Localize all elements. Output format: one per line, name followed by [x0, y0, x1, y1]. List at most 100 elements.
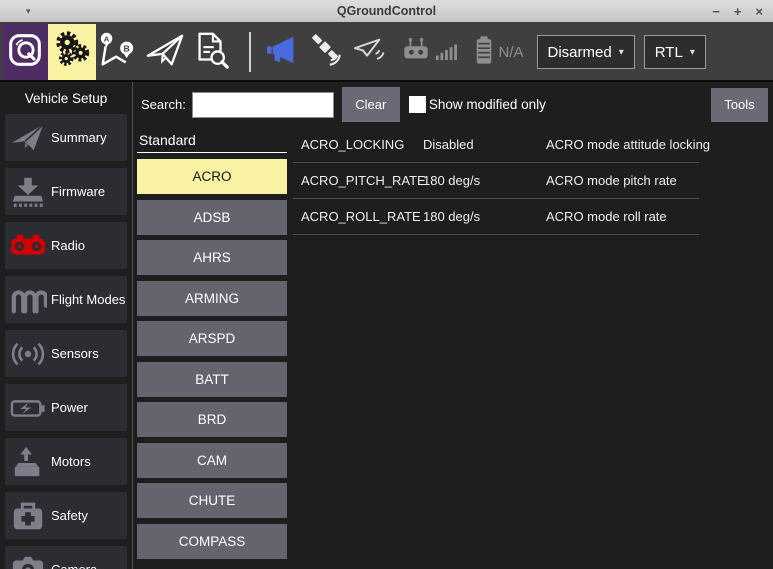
- plan-route-icon: A B: [97, 29, 141, 76]
- parameter-group-list: Standard ACRO ADSB AHRS ARMING ARSPD BAT…: [137, 127, 287, 569]
- sidebar-item-label: Radio: [51, 238, 85, 253]
- clear-button[interactable]: Clear: [342, 87, 400, 122]
- plan-view-button[interactable]: A B: [96, 24, 142, 80]
- group-button-acro[interactable]: ACRO: [137, 159, 287, 194]
- rc-signal-strength: [435, 24, 457, 80]
- safety-case-icon: [5, 499, 51, 533]
- sidebar-item-label: Motors: [51, 454, 91, 469]
- title-bar: ▾ QGroundControl − + ×: [0, 0, 773, 22]
- summary-plane-icon: [5, 121, 51, 155]
- close-button[interactable]: ×: [755, 5, 763, 18]
- param-description: ACRO mode pitch rate: [546, 173, 677, 188]
- sidebar-item-label: Firmware: [51, 184, 105, 199]
- group-button-adsb[interactable]: ADSB: [137, 200, 287, 235]
- audio-status-button[interactable]: [265, 24, 299, 80]
- flight-mode-label: RTL: [655, 44, 683, 61]
- sidebar-item-safety[interactable]: Safety: [5, 492, 127, 539]
- armed-state-label: Disarmed: [548, 44, 612, 61]
- sidebar-item-label: Camera: [51, 562, 97, 569]
- param-description: ACRO mode attitude locking: [546, 137, 710, 152]
- firmware-download-icon: [5, 175, 51, 209]
- group-button-cam[interactable]: CAM: [137, 443, 287, 478]
- window-title: QGroundControl: [0, 4, 773, 18]
- maximize-button[interactable]: +: [734, 5, 742, 18]
- show-modified-checkbox[interactable]: [409, 96, 426, 113]
- motors-icon: [5, 445, 51, 479]
- parameter-table: ACRO_LOCKING Disabled ACRO mode attitude…: [293, 127, 699, 569]
- group-button-batt[interactable]: BATT: [137, 362, 287, 397]
- group-header-underline: [137, 152, 287, 153]
- sidebar-item-radio[interactable]: Radio: [5, 222, 127, 269]
- vehicle-setup-button[interactable]: [48, 24, 96, 80]
- sidebar-item-label: Flight Modes: [51, 292, 125, 307]
- show-modified-label: Show modified only: [429, 97, 546, 112]
- sidebar-item-label: Sensors: [51, 346, 99, 361]
- group-button-ahrs[interactable]: AHRS: [137, 240, 287, 275]
- group-button-chute[interactable]: CHUTE: [137, 483, 287, 518]
- sidebar-item-label: Power: [51, 400, 88, 415]
- param-value: 180 deg/s: [423, 209, 546, 224]
- param-value: Disabled: [423, 137, 546, 152]
- armed-state-dropdown[interactable]: Disarmed ▾: [537, 35, 635, 69]
- param-name: ACRO_ROLL_RATE: [301, 209, 423, 224]
- battery-status-label: N/A: [499, 44, 524, 61]
- sidebar-item-power[interactable]: Power: [5, 384, 127, 431]
- qgc-logo-icon: [4, 29, 46, 76]
- qgc-home-button[interactable]: [2, 24, 48, 80]
- battery-status-button[interactable]: [474, 24, 494, 80]
- gps-satellite-icon: [309, 33, 343, 72]
- parameter-filter-bar: Search: Clear Show modified only Tools: [133, 82, 773, 127]
- chevron-down-icon: ▾: [690, 47, 695, 58]
- param-value: 180 deg/s: [423, 173, 546, 188]
- tools-button[interactable]: Tools: [711, 88, 768, 122]
- analyze-view-button[interactable]: [188, 24, 234, 80]
- group-button-arspd[interactable]: ARSPD: [137, 321, 287, 356]
- gears-icon: [51, 29, 93, 76]
- sidebar-item-firmware[interactable]: Firmware: [5, 168, 127, 215]
- flight-modes-wave-icon: [5, 283, 51, 317]
- search-input[interactable]: [192, 92, 334, 118]
- gps-status-button[interactable]: [309, 24, 343, 80]
- analyze-doc-icon: [191, 29, 231, 76]
- sidebar-item-label: Safety: [51, 508, 88, 523]
- fly-plane-icon: [144, 30, 186, 75]
- minimize-button[interactable]: −: [712, 5, 720, 18]
- vehicle-setup-sidebar: Vehicle Setup Summary: [0, 82, 133, 569]
- sidebar-item-summary[interactable]: Summary: [5, 114, 127, 161]
- param-name: ACRO_LOCKING: [301, 137, 423, 152]
- rc-signal-bars-icon: [435, 37, 457, 68]
- svg-text:B: B: [124, 43, 130, 53]
- group-button-arming[interactable]: ARMING: [137, 281, 287, 316]
- sidebar-item-camera[interactable]: Camera: [5, 546, 127, 569]
- telemetry-status-button[interactable]: [353, 24, 385, 80]
- svg-text:A: A: [104, 34, 110, 43]
- rc-status-button[interactable]: [402, 24, 430, 80]
- sensors-signal-icon: [5, 337, 51, 371]
- sidebar-item-label: Summary: [51, 130, 107, 145]
- group-header: Standard: [137, 127, 287, 152]
- window-menu-icon[interactable]: ▾: [26, 7, 31, 16]
- table-row[interactable]: ACRO_LOCKING Disabled ACRO mode attitude…: [293, 127, 699, 163]
- fly-view-button[interactable]: [142, 24, 188, 80]
- power-battery-icon: [5, 391, 51, 425]
- flight-mode-dropdown[interactable]: RTL ▾: [644, 35, 706, 69]
- table-row[interactable]: ACRO_ROLL_RATE 180 deg/s ACRO mode roll …: [293, 199, 699, 235]
- telemetry-signal-icon: [353, 35, 385, 70]
- group-button-compass[interactable]: COMPASS: [137, 524, 287, 559]
- radio-transmitter-icon: [5, 229, 51, 263]
- sidebar-item-flight-modes[interactable]: Flight Modes: [5, 276, 127, 323]
- param-description: ACRO mode roll rate: [546, 209, 667, 224]
- main-toolbar: A B: [0, 22, 773, 82]
- rc-transmitter-icon: [402, 36, 430, 69]
- battery-icon: [474, 35, 494, 70]
- table-row[interactable]: ACRO_PITCH_RATE 180 deg/s ACRO mode pitc…: [293, 163, 699, 199]
- chevron-down-icon: ▾: [619, 47, 624, 58]
- search-label: Search:: [141, 97, 186, 112]
- sidebar-title: Vehicle Setup: [0, 82, 132, 113]
- sidebar-item-motors[interactable]: Motors: [5, 438, 127, 485]
- group-button-brd[interactable]: BRD: [137, 402, 287, 437]
- param-name: ACRO_PITCH_RATE: [301, 173, 423, 188]
- sidebar-item-sensors[interactable]: Sensors: [5, 330, 127, 377]
- toolbar-separator: [249, 32, 251, 72]
- audio-megaphone-icon: [265, 34, 299, 71]
